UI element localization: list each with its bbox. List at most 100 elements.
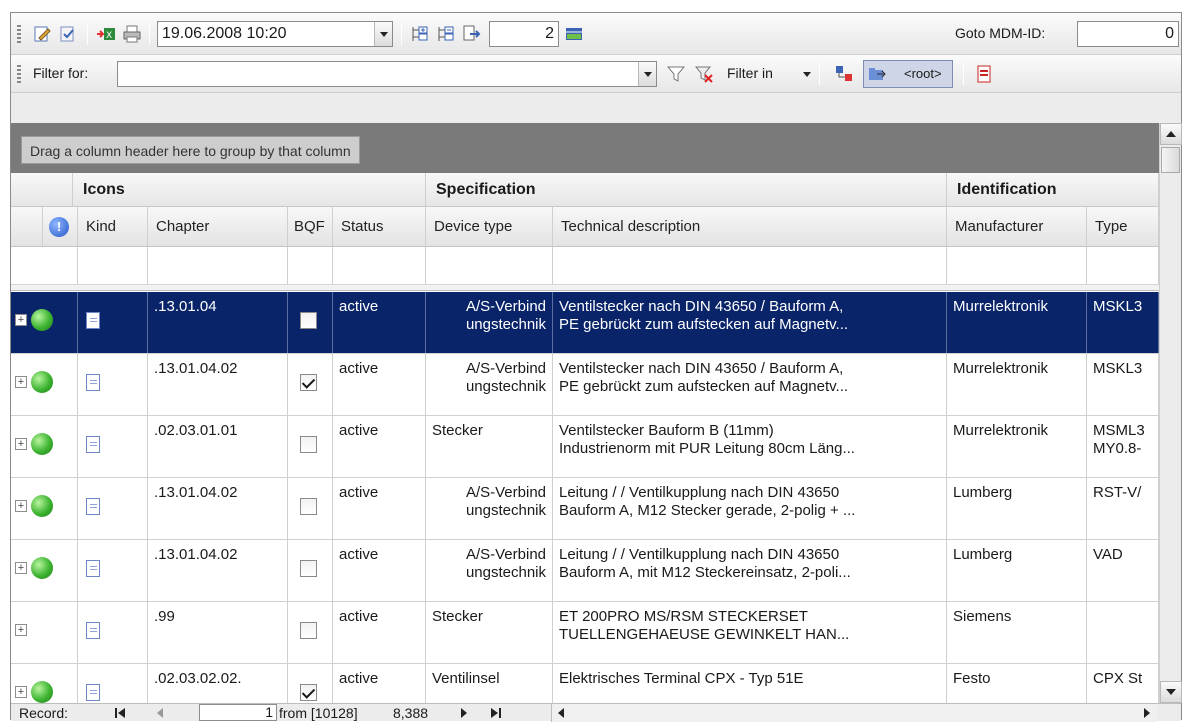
filter-in-dropdown-icon[interactable] (803, 72, 811, 77)
cell-bqf (288, 602, 333, 663)
scroll-left-button[interactable] (552, 704, 570, 721)
table-row[interactable]: + .99 active Stecker ET 200PRO MS/RSM STECKE… (11, 602, 1159, 664)
cell-status: active (333, 354, 426, 415)
cell-technical-description-line2: Bauform A, M12 Stecker gerade, 2-polig +… (559, 502, 856, 519)
excel-export-icon[interactable]: X (95, 23, 117, 45)
cell-technical-description: Elektrisches Terminal CPX - Typ 51E (553, 664, 947, 703)
filter-cell-description[interactable] (553, 247, 947, 284)
check-edit-icon[interactable] (57, 23, 79, 45)
table-row[interactable]: + .02.03.01.01 active Stecker Ventilstecker … (11, 416, 1159, 478)
status-led-icon (31, 309, 53, 331)
filter-in-label[interactable]: Filter in (727, 65, 773, 81)
clear-filter-icon[interactable] (693, 63, 715, 85)
root-button[interactable]: <root> (863, 60, 953, 88)
bqf-checkbox[interactable] (300, 684, 317, 701)
table-row[interactable]: + .13.01.04.02 active A/S-Verbind ungstechni… (11, 354, 1159, 416)
expand-row-icon[interactable]: + (15, 562, 27, 574)
scroll-up-button[interactable] (1160, 123, 1182, 145)
filter-cell-bqf[interactable] (288, 247, 333, 284)
filter-cell-chapter[interactable] (148, 247, 288, 284)
scroll-right-button[interactable] (1138, 704, 1156, 721)
cell-chapter: .13.01.04.02 (148, 354, 288, 415)
filter-cell-status[interactable] (333, 247, 426, 284)
grid-layout-icon[interactable] (563, 23, 585, 45)
prev-record-icon[interactable] (151, 705, 169, 721)
header-bqf[interactable]: BQF (288, 207, 333, 246)
datetime-combo[interactable]: 19.06.2008 10:20 (157, 21, 393, 47)
header-type[interactable]: Type (1087, 207, 1159, 246)
table-row[interactable]: + .13.01.04.02 active A/S-Verbind ungstechni… (11, 478, 1159, 540)
tree-level-icon[interactable] (461, 23, 483, 45)
expand-row-icon[interactable]: + (15, 624, 27, 636)
header-kind[interactable]: Kind (78, 207, 148, 246)
bqf-checkbox[interactable] (300, 622, 317, 639)
print-icon[interactable] (121, 23, 143, 45)
table-row[interactable]: + .13.01.04 active A/S-Verbind ungstechnik Ve… (11, 292, 1159, 354)
tree-expand-icon[interactable] (409, 23, 431, 45)
bqf-checkbox[interactable] (300, 436, 317, 453)
horizontal-scrollbar[interactable] (551, 704, 1157, 722)
cell-device-type: A/S-Verbind ungstechnik (426, 540, 553, 601)
cell-manufacturer: Murrelektronik (947, 416, 1087, 477)
expand-row-icon[interactable]: + (15, 500, 27, 512)
band-identification[interactable]: Identification (947, 173, 1159, 206)
cell-status: active (333, 602, 426, 663)
cell-status: active (333, 416, 426, 477)
filter-cell[interactable] (11, 247, 78, 284)
bqf-checkbox[interactable] (300, 498, 317, 515)
expand-row-icon[interactable]: + (15, 438, 27, 450)
filter-cell-kind[interactable] (78, 247, 148, 284)
toolbar-grip[interactable] (17, 65, 21, 83)
vertical-scrollbar[interactable] (1159, 123, 1182, 703)
main-toolbar: X 19.06.2008 10:20 2 Goto MDM-ID: 0 (11, 13, 1181, 55)
cell-technical-description: Leitung / / Ventilkupplung nach DIN 4365… (553, 478, 947, 539)
chevron-down-icon[interactable] (638, 62, 656, 86)
band-specification[interactable]: Specification (426, 173, 947, 206)
record-label: Record: (19, 705, 69, 721)
next-record-icon[interactable] (455, 705, 473, 721)
filter-cell-type[interactable] (1087, 247, 1159, 284)
hierarchy-icon[interactable] (833, 63, 855, 85)
filter-cell-manufacturer[interactable] (947, 247, 1087, 284)
filter-icon[interactable] (665, 63, 687, 85)
cell-row-icons: + (11, 478, 78, 539)
header-info[interactable]: ! (43, 207, 78, 246)
header-technical-description[interactable]: Technical description (553, 207, 947, 246)
datetime-value: 19.06.2008 10:20 (162, 25, 287, 42)
toolbar-separator (149, 23, 150, 45)
bqf-checkbox[interactable] (300, 560, 317, 577)
bqf-checkbox[interactable] (300, 312, 317, 329)
bqf-checkbox[interactable] (300, 374, 317, 391)
document-icon (86, 436, 100, 453)
header-status[interactable]: Status (333, 207, 426, 246)
scroll-thumb[interactable] (1161, 147, 1180, 173)
header-chapter[interactable]: Chapter (148, 207, 288, 246)
expand-row-icon[interactable]: + (15, 314, 27, 326)
scroll-down-button[interactable] (1160, 681, 1182, 703)
level-input[interactable]: 2 (489, 21, 559, 47)
first-record-icon[interactable] (111, 705, 129, 721)
header-device-type[interactable]: Device type (426, 207, 553, 246)
chevron-down-icon[interactable] (374, 22, 392, 46)
edit-icon[interactable] (31, 23, 53, 45)
filter-combo[interactable] (117, 61, 657, 87)
pdf-report-icon[interactable] (973, 63, 995, 85)
cell-bqf (288, 354, 333, 415)
toolbar-grip[interactable] (17, 25, 21, 43)
table-row[interactable]: + .13.01.04.02 active A/S-Verbind ungstechni… (11, 540, 1159, 602)
goto-mdm-input[interactable]: 0 (1077, 21, 1179, 47)
tree-collapse-icon[interactable] (435, 23, 457, 45)
last-record-icon[interactable] (487, 705, 505, 721)
cell-device-type: A/S-Verbind ungstechnik (426, 292, 553, 353)
record-number-input[interactable]: 1 (199, 704, 277, 721)
cell-device-type-line2: ungstechnik (465, 316, 546, 333)
group-by-panel[interactable]: Drag a column header here to group by th… (11, 123, 1159, 173)
status-led-icon (31, 433, 53, 455)
expand-row-icon[interactable]: + (15, 686, 27, 698)
expand-row-icon[interactable]: + (15, 376, 27, 388)
band-icons[interactable]: Icons (73, 173, 426, 206)
header-manufacturer[interactable]: Manufacturer (947, 207, 1087, 246)
cell-manufacturer: Lumberg (947, 540, 1087, 601)
table-row[interactable]: + .02.03.02.02. active Ventilinsel Elektrisc… (11, 664, 1159, 703)
filter-cell-device-type[interactable] (426, 247, 553, 284)
